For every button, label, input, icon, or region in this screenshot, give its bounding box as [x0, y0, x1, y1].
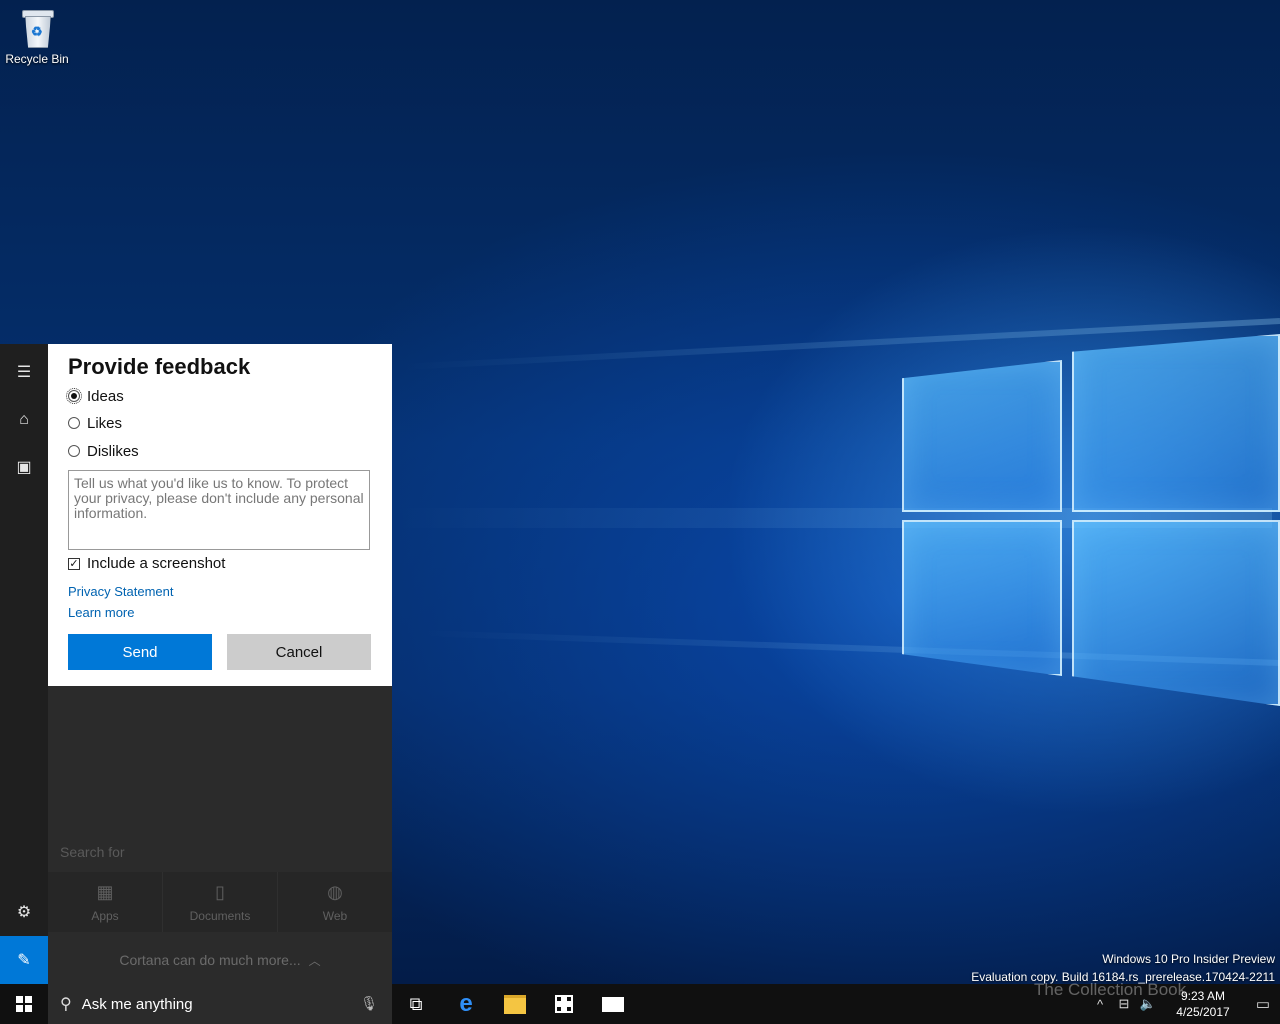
radio-label: Likes [87, 414, 123, 432]
dialog-title: Provide feedback [68, 354, 251, 379]
radio-button[interactable] [68, 417, 80, 429]
action-center-icon[interactable]: ▭ [1246, 995, 1280, 1013]
filter-label: Documents [189, 908, 251, 923]
recycle-bin-shortcut[interactable]: ♻ Recycle Bin [4, 8, 70, 66]
home-icon[interactable]: ⌂ [0, 400, 48, 440]
radio-label: Ideas [87, 387, 124, 405]
window-pane-bottom-left [902, 520, 1062, 676]
task-view-icon[interactable]: ⧉ [392, 984, 440, 1024]
radio-button[interactable] [68, 445, 80, 457]
apps-icon: ▦ [96, 881, 114, 902]
filter-documents[interactable]: ▯ Documents [163, 872, 278, 932]
cortana-more-button[interactable]: Cortana can do much more... ︿ [48, 936, 392, 984]
cortana-panel: Search for ▦ Apps ▯ Documents ◍ Web Cort… [48, 686, 392, 984]
radio-likes[interactable]: Likes [68, 413, 122, 433]
search-filter-row: ▦ Apps ▯ Documents ◍ Web [48, 872, 392, 932]
window-pane-bottom-right [1072, 520, 1280, 706]
edge-browser-icon[interactable]: e [442, 984, 490, 1024]
gear-icon[interactable]: ⚙ [0, 892, 48, 932]
feedback-textarea[interactable] [68, 470, 370, 550]
filter-label: Apps [91, 908, 119, 923]
globe-icon: ◍ [327, 881, 343, 902]
cancel-button[interactable]: Cancel [227, 634, 371, 670]
watermark-text: The Collection Book [1034, 980, 1187, 999]
recycle-bin-label: Recycle Bin [5, 52, 69, 66]
feedback-dialog: Provide feedback Ideas Likes Dislikes ✓ … [48, 344, 392, 686]
store-icon[interactable] [540, 984, 588, 1024]
clock-date: 4/25/2017 [1176, 1005, 1230, 1019]
window-pane-top-left [902, 360, 1062, 512]
radio-button-selected[interactable] [66, 388, 82, 404]
include-screenshot-option[interactable]: ✓ Include a screenshot [68, 555, 225, 572]
cortana-sidebar: ☰ ⌂ ▣ ⚙ ✎ [0, 344, 48, 984]
cortana-more-label: Cortana can do much more... [119, 952, 301, 968]
file-explorer-icon[interactable] [491, 984, 539, 1024]
search-icon: ⚲ [60, 996, 72, 1013]
privacy-statement-link[interactable]: Privacy Statement [68, 584, 174, 599]
search-placeholder: Ask me anything [81, 995, 193, 1013]
windows-logo-icon [16, 996, 32, 1012]
radio-dislikes[interactable]: Dislikes [68, 441, 139, 461]
feedback-icon[interactable]: ✎ [0, 936, 48, 984]
build-edition: Windows 10 Pro Insider Preview [1102, 952, 1275, 966]
checkbox-checked[interactable]: ✓ [68, 557, 80, 570]
document-icon: ▯ [215, 881, 225, 902]
start-button[interactable] [0, 984, 48, 1024]
build-watermark: Windows 10 Pro Insider Preview Evaluatio… [971, 950, 1275, 984]
checkbox-label: Include a screenshot [87, 555, 226, 572]
learn-more-link[interactable]: Learn more [68, 605, 134, 620]
filter-label: Web [322, 908, 348, 923]
radio-label: Dislikes [87, 442, 139, 460]
send-button[interactable]: Send [68, 634, 212, 670]
recycle-bin-icon: ♻ [20, 8, 54, 48]
radio-ideas[interactable]: Ideas [66, 386, 124, 406]
hamburger-menu-icon[interactable]: ☰ [0, 352, 48, 392]
search-for-label: Search for [60, 844, 125, 860]
mail-icon[interactable] [589, 984, 637, 1024]
chevron-up-icon: ︿ [308, 953, 321, 968]
microphone-icon[interactable]: 🎙 [360, 995, 378, 1012]
filter-apps[interactable]: ▦ Apps [48, 872, 163, 932]
notebook-icon[interactable]: ▣ [0, 447, 48, 487]
cortana-search-box[interactable]: ⚲ Ask me anything 🎙 [48, 984, 392, 1024]
filter-web[interactable]: ◍ Web [278, 872, 392, 932]
window-pane-top-right [1072, 334, 1280, 512]
